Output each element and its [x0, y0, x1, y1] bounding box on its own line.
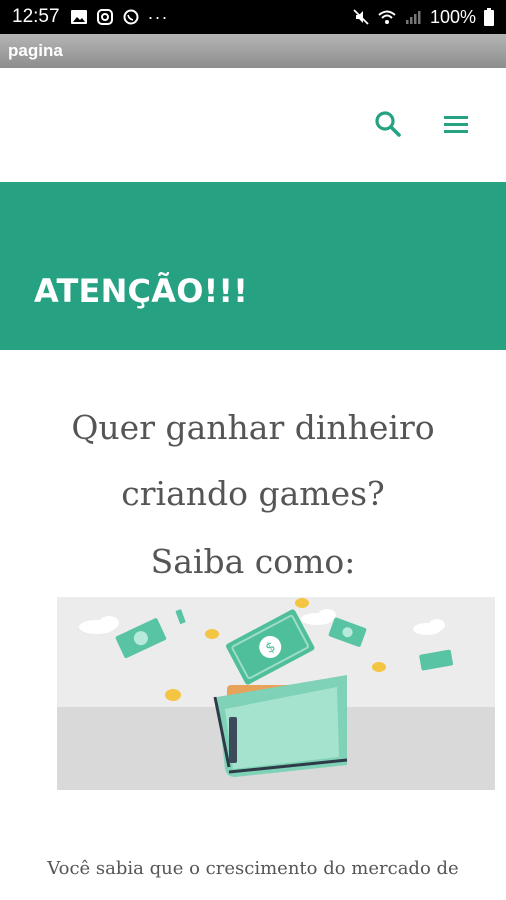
status-time: 12:57 — [12, 6, 60, 27]
menu-button[interactable] — [436, 104, 476, 144]
notification-icons: ··· — [70, 7, 169, 28]
status-bar: 12:57 ··· 100% — [0, 0, 506, 34]
mute-icon — [353, 9, 369, 25]
menu-icon[interactable] — [436, 104, 476, 144]
headline-line-3: Saiba como: — [150, 542, 356, 581]
attention-banner — [0, 182, 506, 350]
site-header — [0, 68, 506, 182]
headline-line-2: criando games? — [121, 474, 385, 513]
search-icon[interactable] — [368, 104, 408, 144]
headline-line-1: Quer ganhar dinheiro — [71, 408, 435, 447]
banner-title: ATENÇÃO!!! — [34, 272, 248, 310]
wifi-icon — [378, 10, 396, 24]
app-title-bar: pagina — [0, 34, 506, 68]
search-button[interactable] — [368, 104, 408, 144]
app-title: pagina — [8, 41, 63, 60]
instagram-icon — [96, 9, 113, 25]
battery-icon — [484, 8, 494, 26]
intro-paragraph: Você sabia que o crescimento do mercado … — [47, 858, 459, 879]
wallet-money-illustration: $ — [57, 597, 495, 790]
signal-icon — [405, 11, 421, 24]
more-icon: ··· — [147, 6, 169, 27]
whatsapp-icon — [123, 9, 139, 25]
system-status: 100% — [352, 7, 494, 28]
image-icon — [70, 10, 87, 24]
hero-image: $ — [57, 597, 495, 790]
battery-percent: 100% — [429, 6, 476, 27]
